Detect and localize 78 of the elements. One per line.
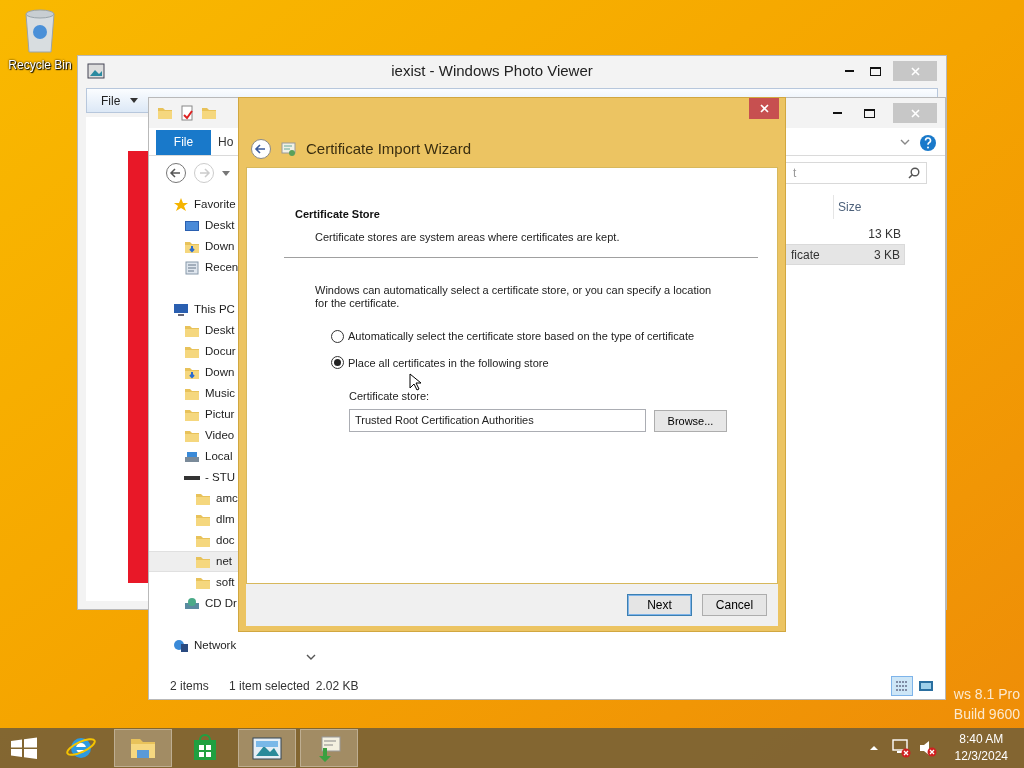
computer-icon	[173, 301, 189, 318]
nav-item[interactable]: Down	[205, 237, 235, 256]
recent-places-icon	[184, 259, 200, 276]
status-text: 1 item selected	[229, 678, 310, 695]
close-icon	[759, 104, 769, 113]
browse-button[interactable]: Browse...	[654, 409, 727, 432]
radio-button[interactable]	[331, 356, 344, 370]
radio-label[interactable]: Place all certificates in the following store	[348, 354, 549, 371]
caret-icon[interactable]	[130, 98, 139, 103]
nav-item[interactable]: Network	[194, 636, 237, 655]
nav-item[interactable]: CD Dr	[205, 594, 237, 613]
build-text: Build 9600	[953, 705, 1020, 724]
drive-icon	[184, 475, 200, 480]
radio-button[interactable]	[331, 329, 344, 343]
back-icon[interactable]	[250, 138, 272, 160]
nav-item[interactable]: Deskt	[205, 321, 235, 340]
back-icon[interactable]	[165, 162, 187, 184]
status-text: 2.02 KB	[315, 678, 359, 695]
status-text: 2 items	[170, 678, 210, 695]
network-icon	[173, 637, 189, 654]
properties-icon	[179, 105, 195, 121]
table-cell-text: ficate	[790, 246, 821, 264]
nav-item[interactable]: Docur	[205, 342, 236, 361]
nav-item[interactable]: soft	[216, 573, 235, 592]
nav-item[interactable]: Favorite	[194, 195, 236, 214]
close-button[interactable]	[749, 98, 779, 119]
search-icon	[908, 167, 920, 179]
close-icon	[910, 108, 920, 118]
chevron-down-icon[interactable]	[305, 652, 317, 662]
menu-item[interactable]: File	[101, 91, 121, 110]
large-icons-view-icon[interactable]	[917, 678, 935, 694]
field-label: Certificate store:	[349, 390, 430, 402]
nav-item[interactable]: This PC	[194, 300, 235, 319]
nav-item[interactable]: Pictur	[205, 405, 235, 424]
taskbar-button[interactable]	[114, 729, 172, 767]
network-error-icon[interactable]	[890, 738, 911, 758]
mouse-pointer-icon	[409, 373, 421, 391]
nav-item[interactable]: - STU	[205, 468, 236, 487]
dropdown-arrow-icon[interactable]	[221, 168, 231, 178]
store-field[interactable]: Trusted Root Certification Authorities	[349, 409, 646, 432]
taskbar-button[interactable]	[300, 729, 358, 767]
dialog-title: Certificate Import Wizard	[306, 138, 472, 159]
nav-item[interactable]: Recen	[205, 258, 239, 277]
nav-item[interactable]: Video	[205, 426, 235, 445]
radio-label[interactable]: Automatically select the certificate store based on the type of certificate	[348, 328, 695, 345]
nav-item[interactable]: amc	[216, 489, 238, 508]
chevron-up-icon[interactable]	[868, 744, 879, 752]
window-title: iexist - Windows Photo Viewer	[390, 60, 594, 81]
taskbar-button[interactable]	[238, 729, 296, 767]
table-cell-text: 13 KB	[868, 225, 902, 243]
table-cell-text: 3 KB	[874, 246, 901, 264]
nav-item[interactable]: Local	[205, 447, 233, 466]
edition-text: ws 8.1 Pro	[953, 685, 1020, 704]
nav-item[interactable]: Down	[205, 363, 235, 382]
maximize-icon[interactable]	[870, 66, 881, 76]
nav-item[interactable]: dlm	[216, 510, 235, 529]
instruction-text: Windows can automatically select a certificate store, or you can specify a location for the certificate.	[314, 284, 713, 310]
ribbon-tab[interactable]: Ho	[211, 130, 241, 155]
photo-viewer-icon	[87, 63, 105, 79]
ribbon-tab[interactable]: File	[156, 130, 211, 155]
certificate-icon	[280, 140, 298, 158]
nav-item[interactable]: doc	[216, 531, 235, 550]
folder-icon	[157, 105, 173, 121]
clock[interactable]: 8:40 AM 12/3/2024	[954, 731, 1008, 765]
star-icon	[173, 196, 189, 213]
section-title: Certificate Store	[294, 207, 381, 222]
dialog-button[interactable]: Next	[627, 594, 692, 616]
nav-item[interactable]: Music	[205, 384, 236, 403]
cd-drive-icon	[184, 595, 200, 612]
details-view-icon[interactable]	[891, 676, 913, 696]
close-icon	[910, 66, 920, 76]
new-folder-icon	[201, 105, 217, 121]
dialog-button[interactable]: Cancel	[702, 594, 767, 616]
maximize-icon[interactable]	[864, 108, 875, 118]
nav-item[interactable]: net	[216, 552, 232, 571]
section-description: Certificate stores are system areas where certificates are kept.	[314, 229, 621, 245]
column-header[interactable]: Size	[833, 195, 905, 219]
nav-item[interactable]: Deskt	[205, 216, 235, 235]
